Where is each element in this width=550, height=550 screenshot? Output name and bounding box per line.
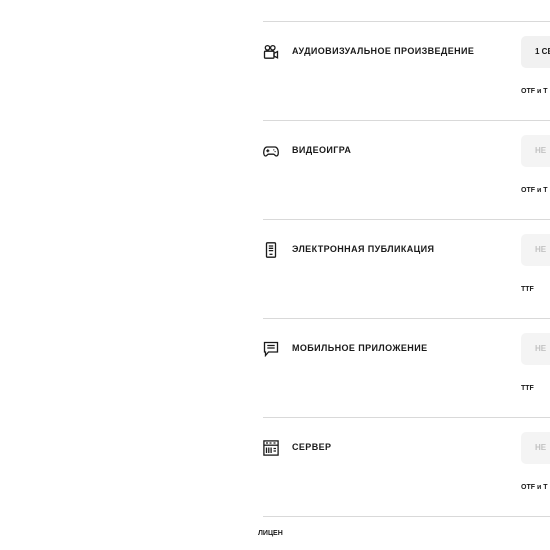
server-icon [263, 440, 279, 456]
format-label: TTF [521, 286, 534, 293]
quantity-select[interactable]: НЕ [521, 135, 550, 167]
license-row-label: ВИДЕОИГРА [292, 145, 352, 155]
quantity-select[interactable]: НЕ [521, 432, 550, 464]
license-row-epublication: ЭЛЕКТРОННАЯ ПУБЛИКАЦИЯ НЕ TTF [263, 220, 550, 318]
quantity-select[interactable]: 1 СЕ [521, 36, 550, 68]
page: АУДИОВИЗУАЛЬНОЕ ПРОИЗВЕДЕНИЕ 1 СЕ OTF и … [0, 0, 550, 550]
license-row-videogame: ВИДЕОИГРА НЕ OTF и T [263, 121, 550, 219]
license-row-audiovisual: АУДИОВИЗУАЛЬНОЕ ПРОИЗВЕДЕНИЕ 1 СЕ OTF и … [263, 22, 550, 120]
format-label: OTF и T [521, 484, 548, 491]
license-options-list: АУДИОВИЗУАЛЬНОЕ ПРОИЗВЕДЕНИЕ 1 СЕ OTF и … [263, 0, 550, 550]
footer-label: ЛИЦЕН [258, 530, 283, 537]
license-row-mobile-app: МОБИЛЬНОЕ ПРИЛОЖЕНИЕ НЕ TTF [263, 319, 550, 417]
license-row-label: АУДИОВИЗУАЛЬНОЕ ПРОИЗВЕДЕНИЕ [292, 46, 475, 56]
mobile-app-icon [263, 341, 279, 357]
license-row-label: МОБИЛЬНОЕ ПРИЛОЖЕНИЕ [292, 343, 428, 353]
ebook-reader-icon [263, 242, 279, 258]
quantity-select[interactable]: НЕ [521, 234, 550, 266]
license-row-label: ЭЛЕКТРОННАЯ ПУБЛИКАЦИЯ [292, 244, 435, 254]
format-label: OTF и T [521, 88, 548, 95]
license-row-label: СЕРВЕР [292, 442, 332, 452]
quantity-select[interactable]: НЕ [521, 333, 550, 365]
gamepad-icon [263, 143, 279, 159]
format-label: TTF [521, 385, 534, 392]
divider [263, 516, 550, 517]
format-label: OTF и T [521, 187, 548, 194]
license-row-server: СЕРВЕР НЕ OTF и T [263, 418, 550, 516]
video-camera-icon [263, 44, 279, 60]
